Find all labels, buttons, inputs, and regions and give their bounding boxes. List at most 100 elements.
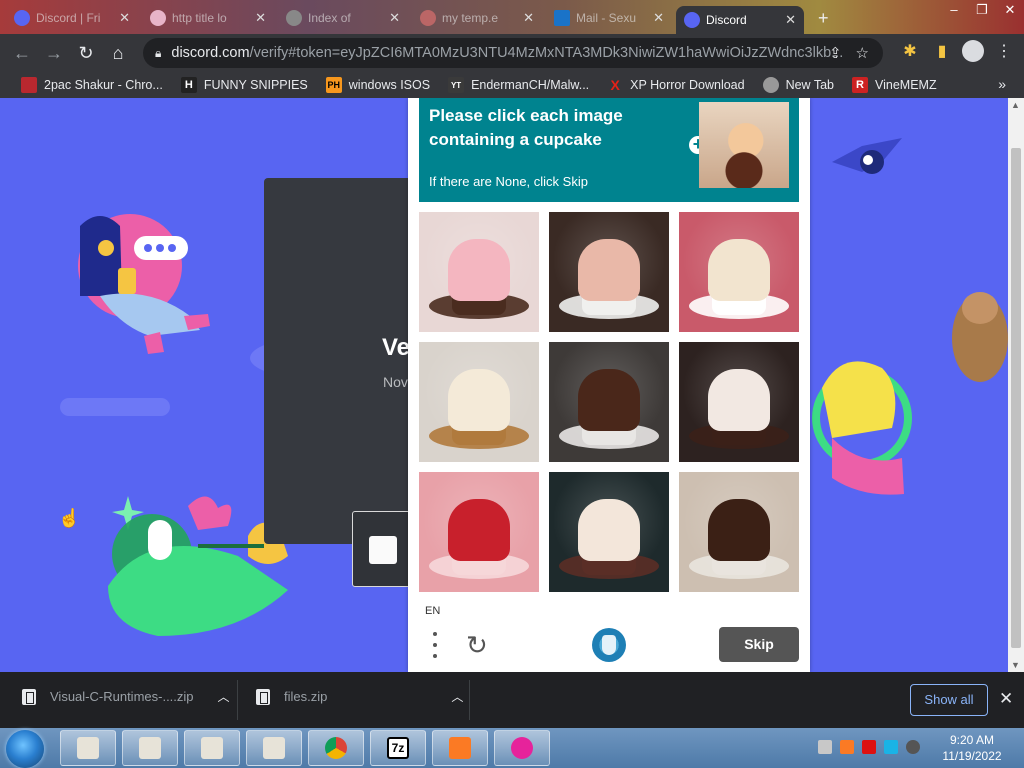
food-item xyxy=(578,368,640,431)
taskbar-xampp[interactable] xyxy=(432,730,488,766)
close-tab-icon[interactable]: ✕ xyxy=(389,10,400,26)
bookmark-xp-horror[interactable]: X XP Horror Download xyxy=(600,77,751,93)
bookmark-windows-isos[interactable]: PH windows ISOS xyxy=(319,77,437,93)
captcha-image-cupcake-chocolate-base[interactable] xyxy=(549,472,669,592)
xampp-icon xyxy=(449,737,471,759)
bookmark-new-tab[interactable]: New Tab xyxy=(756,77,841,93)
tab-mail[interactable]: Mail - Sexu ✕ xyxy=(546,4,672,32)
system-clock[interactable]: 9:20 AM 11/19/2022 xyxy=(938,732,1006,764)
system-tray xyxy=(818,740,920,754)
hair xyxy=(188,496,232,530)
show-all-button[interactable]: Show all xyxy=(910,684,988,716)
monitor-icon[interactable] xyxy=(884,740,898,754)
download-item[interactable]: Visual-C-Runtimes-....zip ︿ xyxy=(22,688,230,705)
girl-with-phone-illustration xyxy=(78,214,210,354)
food-item xyxy=(578,498,640,561)
captcha-image-strawberry-shortcake[interactable] xyxy=(679,212,799,332)
7zip-icon: 7z xyxy=(387,737,409,759)
side-panel-icon[interactable]: ▮ xyxy=(930,37,954,65)
home-button[interactable]: ⌂ xyxy=(102,37,134,69)
download-item[interactable]: files.zip ︿ xyxy=(256,688,463,705)
bookmark-2pac[interactable]: 2pac Shakur - Chro... xyxy=(14,77,170,93)
taskbar-explorer-3[interactable] xyxy=(184,730,240,766)
xampp-tray-icon[interactable] xyxy=(840,740,854,754)
close-window-button[interactable]: ✕ xyxy=(996,0,1024,22)
captcha-image-cupcake-pink-frosting[interactable] xyxy=(419,212,539,332)
extensions-icon[interactable]: ✱ xyxy=(898,37,922,65)
ph-logo-icon: PH xyxy=(325,77,342,93)
tab-index-of[interactable]: Index of ✕ xyxy=(278,4,408,32)
captcha-image-chocolate-cake-slice[interactable] xyxy=(549,342,669,462)
discord-verify-page: Ve Nov Please click each image containin… xyxy=(0,98,1024,672)
captcha-menu-icon[interactable] xyxy=(430,632,440,658)
download-bar: Visual-C-Runtimes-....zip ︿ files.zip ︿ … xyxy=(0,672,1024,728)
tray-app-icon[interactable] xyxy=(818,740,832,754)
close-tab-icon[interactable]: ✕ xyxy=(255,10,266,26)
taskbar-explorer-2[interactable] xyxy=(122,730,178,766)
language-selector[interactable]: EN xyxy=(425,605,440,617)
close-tab-icon[interactable]: ✕ xyxy=(785,12,796,28)
profile-avatar[interactable] xyxy=(962,40,984,62)
scroll-up-icon[interactable]: ▲ xyxy=(1011,100,1020,110)
hcaptcha-challenge: Please click each image containing a cup… xyxy=(408,98,810,672)
food-item xyxy=(448,498,510,561)
browser-tab-strip: Discord | Fri ✕ http title lo ✕ Index of… xyxy=(0,0,1024,34)
wamp-icon xyxy=(511,737,533,759)
skip-button[interactable]: Skip xyxy=(719,627,799,662)
back-button[interactable]: ← xyxy=(6,37,38,69)
captcha-image-chocolate-cupcake-plate[interactable] xyxy=(679,342,799,462)
bookmark-funny-snippies[interactable]: H FUNNY SNIPPIES xyxy=(174,77,315,93)
forward-button[interactable]: → xyxy=(38,37,70,69)
tab-discord-active[interactable]: Discord ✕ xyxy=(676,6,804,34)
page-scrollbar[interactable]: ▲ ▼ xyxy=(1008,98,1024,672)
food-item xyxy=(708,238,770,301)
captcha-prompt: Please click each image containing a cup… xyxy=(429,106,623,149)
taskbar-7zip[interactable]: 7z xyxy=(370,730,426,766)
captcha-image-chocolate-mousse-cup[interactable] xyxy=(679,472,799,592)
yellow-creature-illustration xyxy=(812,361,912,495)
captcha-image-strawberry-cheesecake[interactable] xyxy=(419,472,539,592)
taskbar-chrome[interactable] xyxy=(308,730,364,766)
flag-icon[interactable] xyxy=(862,740,876,754)
checkbox[interactable] xyxy=(369,536,397,564)
divider xyxy=(237,680,238,720)
chrome-icon xyxy=(325,737,347,759)
scroll-down-icon[interactable]: ▼ xyxy=(1011,660,1020,670)
chevron-up-icon[interactable]: ︿ xyxy=(218,688,230,705)
tab-discord-friends[interactable]: Discord | Fri ✕ xyxy=(6,4,138,32)
food-item xyxy=(578,238,640,301)
tab-http-title[interactable]: http title lo ✕ xyxy=(142,4,274,32)
hair xyxy=(80,216,122,296)
close-download-bar-icon[interactable]: ✕ xyxy=(999,689,1013,709)
taskbar-wamp[interactable] xyxy=(494,730,550,766)
chevron-up-icon[interactable]: ︿ xyxy=(451,688,463,705)
bookmark-star-icon[interactable]: ☆ xyxy=(856,44,869,62)
scrollbar-thumb[interactable] xyxy=(1011,148,1021,648)
menu-kebab-icon[interactable]: ⋮ xyxy=(992,37,1016,65)
close-tab-icon[interactable]: ✕ xyxy=(523,10,534,26)
discord-icon xyxy=(684,12,700,28)
close-tab-icon[interactable]: ✕ xyxy=(653,10,664,26)
captcha-image-cupcake-vanilla-frosting[interactable] xyxy=(419,342,539,462)
minimize-button[interactable]: – xyxy=(940,0,968,22)
reload-button[interactable]: ↻ xyxy=(70,37,102,69)
taskbar-explorer-4[interactable] xyxy=(246,730,302,766)
hcaptcha-logo-icon[interactable] xyxy=(592,628,626,662)
volume-icon[interactable] xyxy=(906,740,920,754)
h-logo-icon: H xyxy=(180,77,197,93)
start-button[interactable] xyxy=(6,730,44,768)
bookmarks-overflow-icon[interactable]: » xyxy=(998,76,1006,92)
verify-heading: Ve xyxy=(382,334,411,361)
close-tab-icon[interactable]: ✕ xyxy=(119,10,130,26)
bookmark-vinememz[interactable]: R VineMEMZ xyxy=(845,77,944,93)
refresh-icon[interactable]: ↻ xyxy=(466,630,488,661)
taskbar-explorer-1[interactable] xyxy=(60,730,116,766)
tab-temp[interactable]: my temp.e ✕ xyxy=(412,4,542,32)
lock-icon[interactable]: 🔒︎ xyxy=(155,46,161,61)
bookmark-endermanch[interactable]: YT EndermanCH/Malw... xyxy=(441,77,596,93)
new-tab-button[interactable]: + xyxy=(818,8,829,29)
share-icon[interactable]: ⇪ xyxy=(829,44,842,62)
captcha-image-strawberry-ice-cream[interactable] xyxy=(549,212,669,332)
address-bar[interactable]: 🔒︎ discord.com/verify#token=eyJpZCI6MTA0… xyxy=(143,38,883,68)
maximize-button[interactable]: ❐ xyxy=(968,0,996,22)
